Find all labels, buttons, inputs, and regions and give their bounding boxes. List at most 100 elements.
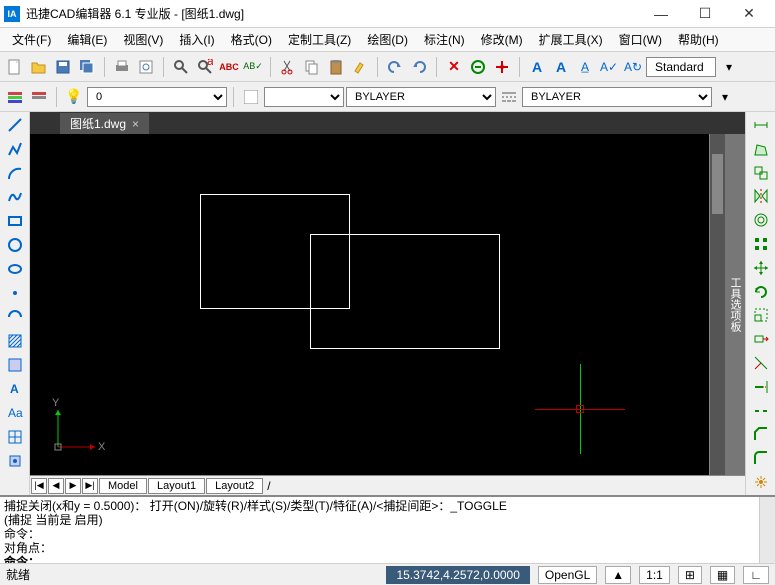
open-icon[interactable]: [28, 56, 50, 78]
doc-tab[interactable]: 图纸1.dwg ×: [60, 113, 149, 134]
region-icon[interactable]: [4, 354, 26, 376]
scale-icon[interactable]: [750, 305, 772, 327]
menu-item[interactable]: 编辑(E): [59, 29, 115, 50]
close-button[interactable]: ✕: [727, 0, 771, 28]
layout-tab[interactable]: Layout1: [148, 478, 205, 494]
vertical-scrollbar[interactable]: [709, 134, 725, 475]
scroll-thumb[interactable]: [712, 154, 723, 214]
status-snap-icon[interactable]: ▦: [710, 566, 735, 584]
spell-icon[interactable]: ABC: [218, 56, 240, 78]
lw-toggle-icon[interactable]: ▾: [714, 86, 736, 108]
layout-nav-button[interactable]: |◀: [31, 478, 47, 494]
menu-item[interactable]: 修改(M): [473, 29, 531, 50]
ellipse-icon[interactable]: [4, 258, 26, 280]
arc-icon[interactable]: [4, 162, 26, 184]
erase-icon[interactable]: ✕: [443, 56, 465, 78]
mtext-icon[interactable]: Aa: [4, 402, 26, 424]
break-icon[interactable]: [750, 400, 772, 422]
copy-icon[interactable]: [301, 56, 323, 78]
explode-icon[interactable]: [750, 471, 772, 493]
status-grid-icon[interactable]: ⊞: [678, 566, 702, 584]
save-icon[interactable]: [52, 56, 74, 78]
drawing-rectangle[interactable]: [310, 234, 500, 349]
circle-icon[interactable]: [4, 234, 26, 256]
print-icon[interactable]: [111, 56, 133, 78]
layout-nav-button[interactable]: ▶|: [82, 478, 98, 494]
fillet-icon[interactable]: [750, 447, 772, 469]
point-icon[interactable]: [4, 282, 26, 304]
command-window[interactable]: 捕捉关闭(x和y = 0.5000)： 打开(ON)/旋转(R)/样式(S)/类…: [0, 495, 775, 563]
layout-nav-button[interactable]: ◀: [48, 478, 64, 494]
stretch-icon[interactable]: [750, 328, 772, 350]
linetype-combo[interactable]: BYLAYER: [346, 87, 496, 107]
polyline-icon[interactable]: [4, 138, 26, 160]
menu-item[interactable]: 扩展工具(X): [531, 29, 611, 50]
menu-item[interactable]: 文件(F): [4, 29, 59, 50]
menu-item[interactable]: 插入(I): [171, 29, 222, 50]
text-a3-icon[interactable]: A̲: [574, 56, 596, 78]
status-ortho-icon[interactable]: ∟: [743, 566, 769, 584]
spline-icon[interactable]: [4, 186, 26, 208]
text-a2-icon[interactable]: A: [550, 56, 572, 78]
find-icon[interactable]: [170, 56, 192, 78]
status-render[interactable]: OpenGL: [538, 566, 597, 584]
dist-icon[interactable]: [750, 114, 772, 136]
menu-item[interactable]: 格式(O): [223, 29, 280, 50]
drawing-canvas[interactable]: X Y: [30, 134, 709, 475]
color-combo[interactable]: [264, 87, 344, 107]
layout-nav-button[interactable]: ▶: [65, 478, 81, 494]
pan-icon[interactable]: [491, 56, 513, 78]
rectangle-icon[interactable]: [4, 210, 26, 232]
maximize-button[interactable]: ☐: [683, 0, 727, 28]
text-style-combo[interactable]: Standard: [646, 57, 716, 77]
new-icon[interactable]: [4, 56, 26, 78]
layer-props-icon[interactable]: [4, 86, 26, 108]
trim-icon[interactable]: [750, 352, 772, 374]
color-icon[interactable]: [240, 86, 262, 108]
menu-item[interactable]: 视图(V): [115, 29, 171, 50]
menu-item[interactable]: 标注(N): [416, 29, 473, 50]
saveall-icon[interactable]: [76, 56, 98, 78]
text-icon[interactable]: A: [4, 378, 26, 400]
dropdown-icon[interactable]: ▾: [718, 56, 740, 78]
menu-item[interactable]: 定制工具(Z): [280, 29, 359, 50]
lineweight-combo[interactable]: BYLAYER: [522, 87, 712, 107]
tool-palette-tab[interactable]: 工具选项板: [725, 134, 745, 475]
cut-icon[interactable]: [277, 56, 299, 78]
cmd-scrollbar[interactable]: [759, 497, 775, 563]
text-a5-icon[interactable]: A↻: [622, 56, 644, 78]
menu-item[interactable]: 窗口(W): [611, 29, 670, 50]
move-icon[interactable]: [750, 257, 772, 279]
layout-tab[interactable]: Model: [99, 478, 147, 494]
layout-tab[interactable]: Layout2: [206, 478, 263, 494]
status-iso-icon[interactable]: ▲: [605, 566, 631, 584]
line-icon[interactable]: [4, 114, 26, 136]
undo-icon[interactable]: [384, 56, 406, 78]
offset-icon[interactable]: [750, 209, 772, 231]
status-scale[interactable]: 1:1: [639, 566, 670, 584]
array-icon[interactable]: [750, 233, 772, 255]
paste-icon[interactable]: [325, 56, 347, 78]
find-replace-icon[interactable]: a: [194, 56, 216, 78]
hatch-icon[interactable]: [4, 330, 26, 352]
table-icon[interactable]: [4, 426, 26, 448]
block-icon[interactable]: [4, 450, 26, 472]
match-icon[interactable]: [349, 56, 371, 78]
text-a-icon[interactable]: A: [526, 56, 548, 78]
oops-icon[interactable]: [467, 56, 489, 78]
cmd-prompt[interactable]: 命令：: [4, 555, 771, 563]
mirror-icon[interactable]: [750, 185, 772, 207]
layer-combo[interactable]: 0: [87, 87, 227, 107]
preview-icon[interactable]: [135, 56, 157, 78]
extend-icon[interactable]: [750, 376, 772, 398]
chamfer-icon[interactable]: [750, 424, 772, 446]
menu-item[interactable]: 帮助(H): [670, 29, 727, 50]
arc2-icon[interactable]: [4, 306, 26, 328]
layer-states-icon[interactable]: [28, 86, 50, 108]
rotate-icon[interactable]: [750, 281, 772, 303]
minimize-button[interactable]: —: [639, 0, 683, 28]
tab-close-icon[interactable]: ×: [132, 117, 139, 131]
area-icon[interactable]: [750, 138, 772, 160]
text-a4-icon[interactable]: A✓: [598, 56, 620, 78]
linetype-mgr-icon[interactable]: [498, 86, 520, 108]
